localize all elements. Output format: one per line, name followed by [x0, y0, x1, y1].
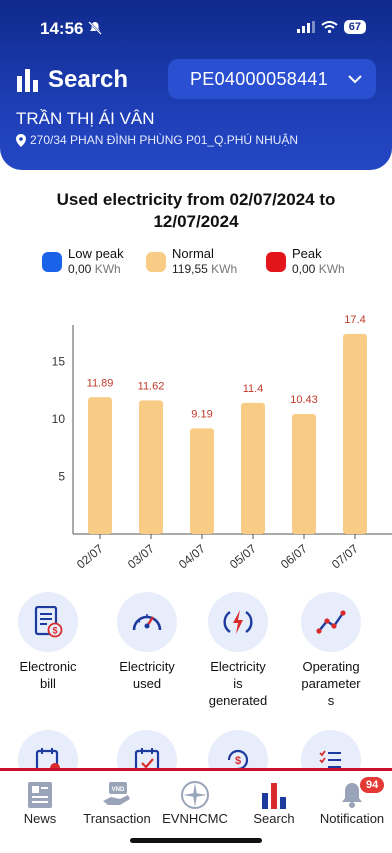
legend-label: Peak: [292, 246, 322, 261]
menu-icon-circle: $: [18, 592, 78, 652]
bar-value-label: 11.89: [87, 377, 114, 389]
page-title: Search: [16, 66, 128, 94]
bell-off-icon: [88, 21, 102, 35]
legend-value: 0,00: [68, 262, 92, 276]
battery-level: 67: [343, 20, 366, 34]
gauge-icon: [132, 614, 162, 631]
legend-unit: KWh: [318, 262, 345, 276]
account-selector[interactable]: PE04000058441: [168, 59, 376, 99]
menu-operating-parameters[interactable]: Operating parameter s: [285, 592, 377, 709]
legend-swatch-low-peak: [42, 252, 62, 272]
legend-swatch-peak: [266, 252, 286, 272]
x-tick-label: 02/07: [74, 541, 106, 571]
menu-electricity-generated[interactable]: Electricity is generated: [192, 592, 284, 709]
y-tick-label: 15: [52, 355, 66, 369]
chevron-down-icon: [348, 74, 362, 83]
menu-label: used: [132, 676, 162, 691]
tab-label: Transaction: [83, 811, 151, 826]
bar-value-label: 11.62: [138, 380, 165, 392]
notification-badge: 94: [360, 777, 385, 793]
menu-label: Electricity: [210, 659, 266, 674]
bar-value-label: 9.19: [191, 408, 212, 420]
tab-label: Search: [253, 811, 295, 826]
status-time: 14:56: [40, 19, 84, 38]
x-tick-label: 05/07: [227, 541, 259, 571]
chart-bar: [88, 397, 112, 534]
svg-text:$: $: [235, 755, 241, 767]
svg-text:VND: VND: [112, 787, 125, 793]
bar-value-label: 10.43: [290, 394, 318, 406]
menu-label: generated: [208, 693, 268, 708]
chart-bar: [139, 400, 163, 534]
menu-label: parameter: [301, 676, 361, 691]
bar-value-label: 11.4: [243, 383, 264, 395]
x-tick-label: 07/07: [329, 541, 361, 571]
menu-label: is: [233, 676, 243, 691]
chart-bar: [292, 414, 316, 534]
customer-name: TRẦN THỊ ÁI VÂN: [16, 109, 155, 128]
legend-swatch-normal: [146, 252, 166, 272]
customer-address: 270/34 PHAN ĐÌNH PHÙNG P01_Q.PHÚ NHUẬN: [16, 133, 298, 147]
bar-chart-icon: [17, 69, 38, 92]
legend-unit: KWh: [94, 262, 121, 276]
bar-chart-icon: [262, 783, 286, 809]
chart-bar: [241, 402, 265, 534]
legend-normal: Normal 119,55 KWh: [146, 246, 237, 277]
transaction-icon: VND: [103, 782, 130, 805]
header: 14:56 67 Search PE04000058441 TRẦN THỊ Á…: [0, 0, 392, 170]
page-title-text: Search: [48, 66, 129, 93]
tab-search[interactable]: Search: [234, 779, 314, 826]
tab-notification[interactable]: 94 Notification: [312, 777, 392, 826]
home-indicator: [130, 838, 262, 843]
usage-bar-chart: 5 10 15 11.89 02/07 11.62 03/07 9.19 04/07 11.4 05…: [52, 314, 392, 572]
x-tick-label: 03/07: [125, 541, 157, 571]
menu-label: Electricity: [119, 659, 175, 674]
menu-label: Operating: [302, 659, 360, 674]
x-tick-label: 06/07: [278, 541, 310, 571]
news-icon: [28, 782, 52, 808]
menu-icon-circle: [301, 592, 361, 652]
signal-icon: [296, 21, 315, 33]
system-status-icons: 67: [296, 20, 366, 34]
menu-icon-circle: [117, 592, 177, 652]
evn-logo-icon: [181, 781, 209, 809]
menu-electricity-used[interactable]: Electricity used: [101, 592, 193, 692]
line-chart-icon: [316, 610, 346, 634]
menu-icon-circle: [208, 592, 268, 652]
y-tick-label: 5: [58, 470, 65, 484]
legend-value: 0,00: [292, 262, 316, 276]
account-id: PE04000058441: [190, 68, 329, 89]
tab-evnhcmc[interactable]: EVNHCMC: [155, 779, 235, 826]
tab-label: EVNHCMC: [162, 811, 228, 826]
location-pin-icon: [16, 133, 26, 147]
tab-transaction[interactable]: VND Transaction: [77, 779, 157, 826]
tab-news[interactable]: News: [0, 779, 80, 826]
menu-label: s: [327, 693, 335, 708]
wifi-icon: [321, 21, 338, 33]
x-tick-label: 04/07: [176, 541, 208, 571]
chart-bar: [343, 333, 367, 534]
customer-address-text: 270/34 PHAN ĐÌNH PHÙNG P01_Q.PHÚ NHUẬN: [30, 133, 299, 147]
chart-bar: [190, 428, 214, 534]
legend-peak: Peak 0,00 KWh: [266, 246, 345, 277]
chart-title-line2: 12/07/2024: [153, 212, 239, 231]
tab-label: Notification: [319, 811, 385, 826]
menu-label: bill: [40, 676, 56, 691]
chart-title: Used electricity from 02/07/2024 to 12/0…: [30, 189, 362, 233]
menu-electronic-bill[interactable]: $ Electronic bill: [2, 592, 94, 692]
legend-low-peak: Low peak 0,00 KWh: [42, 246, 124, 277]
y-tick-label: 10: [52, 412, 66, 426]
bill-icon: $: [34, 606, 63, 638]
power-icon: [223, 610, 253, 634]
svg-text:$: $: [52, 626, 57, 636]
bar-value-label: 17.4: [344, 314, 365, 326]
legend-label: Low peak: [68, 246, 124, 261]
tab-label: News: [23, 811, 57, 826]
legend-value: 119,55: [172, 262, 208, 276]
legend-unit: KWh: [211, 262, 238, 276]
legend-label: Normal: [172, 246, 214, 261]
menu-label: Electronic: [19, 659, 77, 674]
chart-title-line1: Used electricity from 02/07/2024 to: [56, 190, 336, 209]
